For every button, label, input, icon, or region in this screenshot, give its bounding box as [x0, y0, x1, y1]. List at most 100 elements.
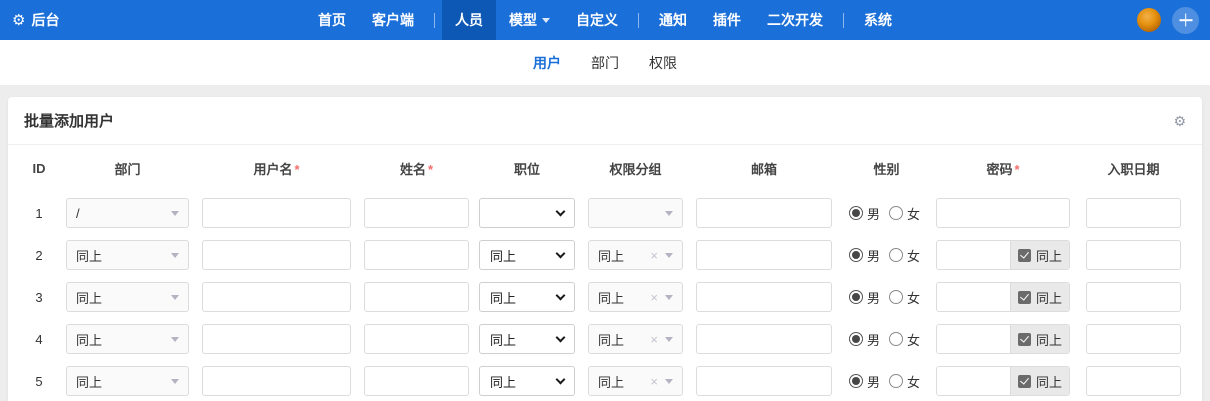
- tab-permissions[interactable]: 权限: [649, 53, 677, 73]
- nav-item-personnel[interactable]: 人员: [442, 0, 496, 40]
- add-button[interactable]: [1172, 6, 1199, 34]
- same-label: 同上: [1035, 290, 1062, 306]
- username-input[interactable]: [202, 198, 351, 228]
- permission-group-select[interactable]: 同上 ×: [588, 282, 683, 312]
- permission-group-select[interactable]: 同上 ×: [588, 366, 683, 396]
- same-checkbox-icon[interactable]: [1017, 290, 1031, 304]
- password-input[interactable]: [937, 325, 1010, 353]
- clear-icon[interactable]: ×: [650, 374, 658, 389]
- settings-gear-icon[interactable]: ⚙: [1173, 114, 1186, 128]
- dept-select[interactable]: 同上: [66, 282, 189, 312]
- dept-select[interactable]: 同上: [66, 324, 189, 354]
- email-input[interactable]: [696, 324, 832, 354]
- tab-users[interactable]: 用户: [533, 53, 561, 73]
- password-same-addon[interactable]: 同上: [1009, 283, 1069, 311]
- dept-select[interactable]: 同上: [66, 366, 189, 396]
- gender-male-radio[interactable]: [849, 206, 863, 220]
- col-header-password: 密码 *: [986, 162, 1020, 177]
- password-same-addon[interactable]: 同上: [1009, 325, 1069, 353]
- row-id: 4: [35, 331, 43, 347]
- brand-label: 后台: [31, 12, 60, 28]
- row-id: 3: [35, 289, 43, 305]
- gender-female-radio[interactable]: [889, 332, 904, 346]
- clear-icon[interactable]: ×: [650, 290, 658, 305]
- position-select[interactable]: 同上: [479, 324, 575, 354]
- name-input[interactable]: [364, 282, 469, 312]
- gender-male-radio[interactable]: [849, 332, 863, 346]
- same-checkbox-icon[interactable]: [1017, 332, 1031, 346]
- gender-female-radio[interactable]: [889, 290, 904, 304]
- hire-date-input[interactable]: [1086, 324, 1181, 354]
- password-input[interactable]: [936, 198, 1070, 228]
- username-input[interactable]: [202, 366, 351, 396]
- tab-departments[interactable]: 部门: [591, 53, 619, 73]
- hire-date-input[interactable]: [1086, 366, 1181, 396]
- hire-date-input[interactable]: [1086, 240, 1181, 270]
- gender-female-label: 女: [907, 206, 921, 222]
- position-select[interactable]: 同上: [479, 366, 575, 396]
- nav-item-notice[interactable]: 通知: [646, 0, 700, 40]
- gender-male-label: 男: [867, 290, 881, 306]
- required-mark: *: [427, 162, 434, 177]
- nav-item-custom[interactable]: 自定义: [563, 0, 631, 40]
- username-input[interactable]: [202, 282, 351, 312]
- gender-female-radio[interactable]: [889, 374, 904, 388]
- gender-female-radio[interactable]: [889, 206, 904, 220]
- email-input[interactable]: [696, 240, 832, 270]
- same-checkbox-icon[interactable]: [1017, 374, 1031, 388]
- position-select[interactable]: 同上: [479, 282, 575, 312]
- permission-group-select[interactable]: [588, 198, 683, 228]
- gender-male-radio[interactable]: [849, 374, 863, 388]
- permission-group-select[interactable]: 同上 ×: [588, 324, 683, 354]
- gender-female-label: 女: [907, 332, 921, 348]
- password-input[interactable]: [937, 283, 1010, 311]
- dropdown-caret-icon: [665, 210, 673, 216]
- nav-divider: [434, 12, 435, 28]
- avatar[interactable]: [1137, 8, 1161, 32]
- password-input[interactable]: [937, 367, 1010, 395]
- gender-female-radio[interactable]: [889, 248, 904, 262]
- gender-male-radio[interactable]: [849, 248, 863, 262]
- password-same-addon[interactable]: 同上: [1009, 241, 1069, 269]
- hire-date-input[interactable]: [1086, 198, 1181, 228]
- password-input[interactable]: [937, 241, 1010, 269]
- position-select[interactable]: [479, 198, 575, 228]
- position-select[interactable]: 同上: [479, 240, 575, 270]
- backend-brand[interactable]: ⚙ 后台: [0, 10, 59, 30]
- col-header-username: 用户名 *: [253, 162, 300, 177]
- nav-item-plugin[interactable]: 插件: [700, 0, 754, 40]
- name-input[interactable]: [364, 198, 469, 228]
- select-chevron-icon: [555, 332, 566, 342]
- password-same-addon[interactable]: 同上: [1009, 367, 1069, 395]
- dept-select[interactable]: 同上: [66, 240, 189, 270]
- username-input[interactable]: [202, 324, 351, 354]
- nav-item-system[interactable]: 系统: [851, 0, 905, 40]
- password-group: 同上: [936, 324, 1070, 354]
- name-input[interactable]: [364, 240, 469, 270]
- same-checkbox-icon[interactable]: [1017, 248, 1031, 262]
- name-input[interactable]: [364, 324, 469, 354]
- permission-group-select[interactable]: 同上 ×: [588, 240, 683, 270]
- hire-date-input[interactable]: [1086, 282, 1181, 312]
- dept-select[interactable]: /: [66, 198, 189, 228]
- clear-icon[interactable]: ×: [650, 332, 658, 347]
- gender-male-radio[interactable]: [849, 290, 863, 304]
- username-input[interactable]: [202, 240, 351, 270]
- nav-item-model[interactable]: 模型: [496, 0, 563, 40]
- batch-add-users-panel: 批量添加用户 ⚙ ID 部门 用户名 * 姓名 * 职位 权限分组 邮箱 性别 密码…: [8, 97, 1202, 401]
- nav-item-home[interactable]: 首页: [305, 0, 359, 40]
- email-input[interactable]: [696, 366, 832, 396]
- name-input[interactable]: [364, 366, 469, 396]
- table-row: 3 同上 同上 同上 × 男 女 同上: [8, 276, 1202, 318]
- email-input[interactable]: [696, 282, 832, 312]
- dropdown-caret-icon: [171, 378, 179, 384]
- table-row: 2 同上 同上 同上 × 男 女 同上: [8, 234, 1202, 276]
- clear-icon[interactable]: ×: [650, 248, 658, 263]
- col-header-permission-group: 权限分组: [609, 162, 662, 177]
- nav-item-secondary-dev[interactable]: 二次开发: [754, 0, 836, 40]
- dropdown-caret-icon: [171, 210, 179, 216]
- required-mark: *: [294, 162, 300, 177]
- required-mark: *: [1014, 162, 1020, 177]
- email-input[interactable]: [696, 198, 832, 228]
- nav-item-client[interactable]: 客户端: [359, 0, 427, 40]
